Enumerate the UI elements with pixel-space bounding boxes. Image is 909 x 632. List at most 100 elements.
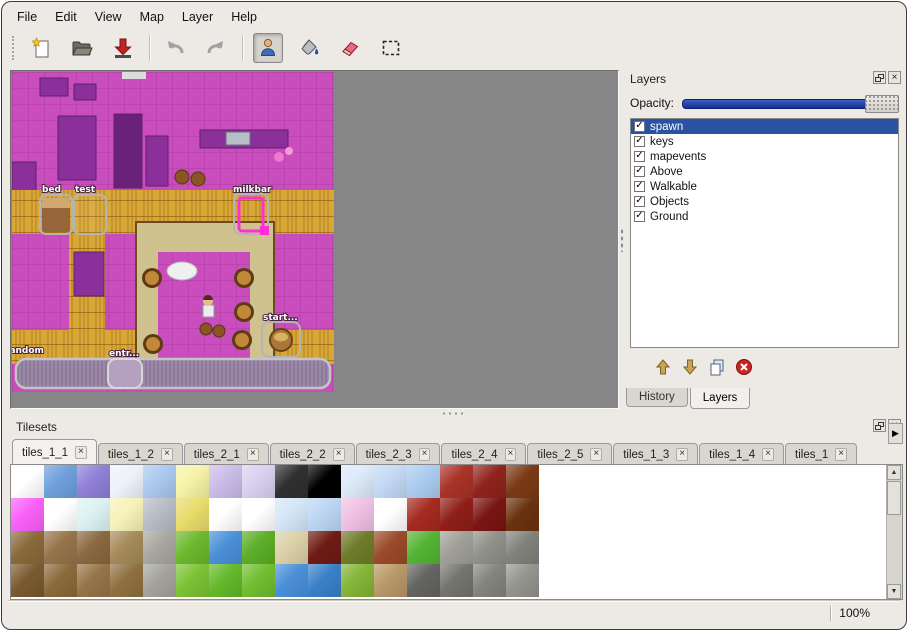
layer-row[interactable]: ✓ keys [631, 134, 898, 149]
tileset-tile[interactable] [440, 465, 473, 498]
tab-close-icon[interactable]: × [161, 448, 173, 461]
tileset-tile[interactable] [110, 531, 143, 564]
new-file-button[interactable] [26, 33, 56, 63]
tileset-tile[interactable] [44, 498, 77, 531]
menu-item-help[interactable]: Help [222, 7, 266, 27]
tileset-tile[interactable] [473, 531, 506, 564]
tileset-tile[interactable] [209, 531, 242, 564]
tileset-tab[interactable]: tiles_1_3 × [613, 443, 698, 465]
duplicate-layer-button[interactable] [706, 356, 728, 378]
tab-close-icon[interactable]: × [505, 448, 517, 461]
layer-visibility-checkbox[interactable]: ✓ [634, 196, 645, 207]
layer-row[interactable]: ✓ Ground [631, 209, 898, 224]
tileset-tile[interactable] [308, 465, 341, 498]
layer-row[interactable]: ✓ Above [631, 164, 898, 179]
tileset-tile[interactable] [506, 498, 539, 531]
undo-button[interactable] [160, 33, 190, 63]
tileset-tile[interactable] [11, 498, 44, 531]
tileset-tile[interactable] [374, 531, 407, 564]
tileset-tile[interactable] [341, 531, 374, 564]
tileset-tile[interactable] [11, 564, 44, 597]
tileset-tile[interactable] [275, 564, 308, 597]
map-canvas[interactable]: bed test milkbar start... random entr... [11, 71, 618, 408]
tab-scroll-right-button[interactable]: ▶ [888, 423, 903, 444]
map-view[interactable]: bed test milkbar start... random entr... [10, 70, 619, 409]
tileset-tile[interactable] [341, 498, 374, 531]
tileset-tile[interactable] [11, 465, 44, 498]
tileset-tile[interactable] [44, 465, 77, 498]
tileset-tile[interactable] [506, 531, 539, 564]
tab-close-icon[interactable]: × [835, 448, 847, 461]
tileset-tile[interactable] [374, 465, 407, 498]
tab-history[interactable]: History [626, 388, 688, 407]
layer-visibility-checkbox[interactable]: ✓ [634, 181, 645, 192]
tileset-tile[interactable] [242, 465, 275, 498]
tileset-tile[interactable] [77, 498, 110, 531]
eraser-button[interactable] [335, 33, 365, 63]
raise-layer-button[interactable] [652, 356, 674, 378]
layer-visibility-checkbox[interactable]: ✓ [634, 151, 645, 162]
tileset-tile[interactable] [275, 465, 308, 498]
tileset-tile[interactable] [440, 564, 473, 597]
tileset-tile[interactable] [11, 531, 44, 564]
scroll-down-button[interactable]: ▼ [887, 584, 901, 599]
delete-layer-button[interactable] [733, 356, 755, 378]
layer-visibility-checkbox[interactable]: ✓ [634, 211, 645, 222]
tab-close-icon[interactable]: × [75, 446, 87, 459]
tileset-tile[interactable] [44, 531, 77, 564]
layer-row[interactable]: ✓ Objects [631, 194, 898, 209]
tileset-tab[interactable]: tiles_1_2 × [98, 443, 183, 465]
layers-float-button[interactable] [873, 71, 886, 84]
tab-close-icon[interactable]: × [247, 448, 259, 461]
tileset-tile[interactable] [209, 564, 242, 597]
tileset-tile[interactable] [440, 531, 473, 564]
tileset-tile[interactable] [308, 531, 341, 564]
map-object-carpet[interactable] [16, 359, 330, 388]
tileset-tile[interactable] [209, 498, 242, 531]
map-object-bed[interactable] [40, 195, 72, 234]
tileset-tile[interactable] [77, 564, 110, 597]
tileset-tile[interactable] [143, 465, 176, 498]
scroll-thumb[interactable] [887, 481, 901, 515]
horizontal-splitter[interactable] [10, 410, 898, 417]
tilesets-float-button[interactable] [873, 419, 886, 432]
tileset-tab[interactable]: tiles_2_5 × [527, 443, 612, 465]
tileset-tab[interactable]: tiles_2_1 × [184, 443, 269, 465]
redo-button[interactable] [201, 33, 231, 63]
tileset-tile[interactable] [77, 465, 110, 498]
tileset-tab[interactable]: tiles_1 × [785, 443, 857, 465]
tileset-tile[interactable] [506, 465, 539, 498]
tileset-tab[interactable]: tiles_1_4 × [699, 443, 784, 465]
tileset-tile[interactable] [242, 498, 275, 531]
open-button[interactable] [67, 33, 97, 63]
tileset-tile[interactable] [275, 531, 308, 564]
tileset-tile[interactable] [374, 498, 407, 531]
tileset-scrollbar[interactable]: ▲ ▼ [886, 465, 902, 599]
tab-close-icon[interactable]: × [762, 448, 774, 461]
tileset-tile[interactable] [110, 564, 143, 597]
layer-visibility-checkbox[interactable]: ✓ [634, 121, 645, 132]
opacity-slider-handle[interactable] [865, 95, 899, 113]
tab-close-icon[interactable]: × [419, 448, 431, 461]
layer-list[interactable]: ✓ spawn ✓ keys ✓ mapevents ✓ Above ✓ Wal… [630, 118, 899, 348]
tileset-tile[interactable] [407, 564, 440, 597]
tileset-tile[interactable] [308, 498, 341, 531]
tileset-tile[interactable] [176, 465, 209, 498]
tileset-tile[interactable] [110, 465, 143, 498]
stamp-brush-button[interactable] [253, 33, 283, 63]
tileset-tile[interactable] [407, 498, 440, 531]
tab-layers[interactable]: Layers [690, 388, 751, 409]
layer-visibility-checkbox[interactable]: ✓ [634, 166, 645, 177]
tileset-tile[interactable] [242, 531, 275, 564]
tileset-tile[interactable] [77, 531, 110, 564]
tileset-tab[interactable]: tiles_1_1 × [12, 439, 97, 465]
tileset-tile[interactable] [407, 531, 440, 564]
tileset-tile[interactable] [374, 564, 407, 597]
menu-item-edit[interactable]: Edit [46, 7, 86, 27]
tileset-tile[interactable] [407, 465, 440, 498]
tab-close-icon[interactable]: × [590, 448, 602, 461]
layer-row[interactable]: ✓ Walkable [631, 179, 898, 194]
layer-visibility-checkbox[interactable]: ✓ [634, 136, 645, 147]
tileset-tile[interactable] [176, 564, 209, 597]
tileset-tab[interactable]: tiles_2_4 × [441, 443, 526, 465]
